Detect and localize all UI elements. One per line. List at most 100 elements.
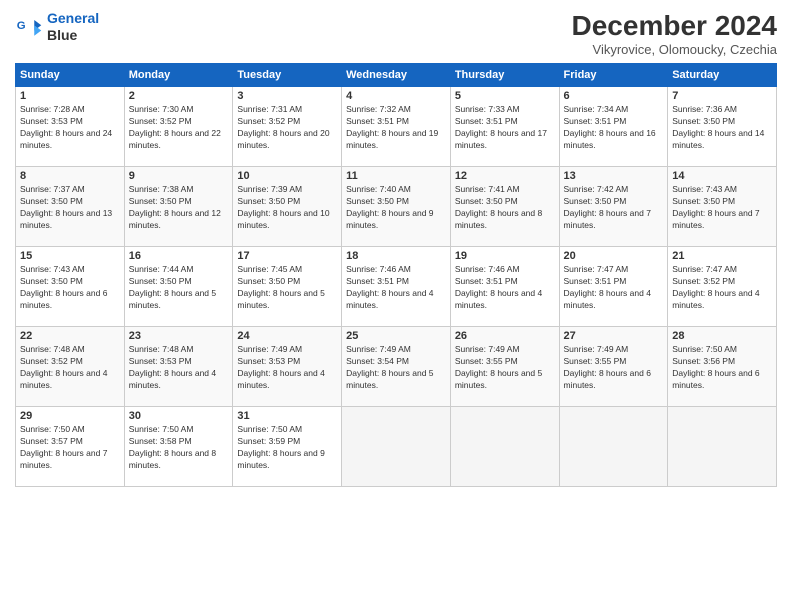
calendar-cell: 26 Sunrise: 7:49 AM Sunset: 3:55 PM Dayl… [450, 327, 559, 407]
logo-text: General Blue [47, 10, 99, 44]
calendar-cell [342, 407, 451, 487]
day-info: Sunrise: 7:33 AM Sunset: 3:51 PM Dayligh… [455, 104, 555, 152]
day-info: Sunrise: 7:49 AM Sunset: 3:53 PM Dayligh… [237, 344, 337, 392]
calendar-cell: 29 Sunrise: 7:50 AM Sunset: 3:57 PM Dayl… [16, 407, 125, 487]
calendar-cell: 9 Sunrise: 7:38 AM Sunset: 3:50 PM Dayli… [124, 167, 233, 247]
calendar-cell: 23 Sunrise: 7:48 AM Sunset: 3:53 PM Dayl… [124, 327, 233, 407]
day-info: Sunrise: 7:49 AM Sunset: 3:54 PM Dayligh… [346, 344, 446, 392]
day-number: 31 [237, 410, 337, 422]
day-info: Sunrise: 7:44 AM Sunset: 3:50 PM Dayligh… [129, 264, 229, 312]
day-info: Sunrise: 7:48 AM Sunset: 3:52 PM Dayligh… [20, 344, 120, 392]
logo-icon: G [15, 13, 43, 41]
calendar-cell: 31 Sunrise: 7:50 AM Sunset: 3:59 PM Dayl… [233, 407, 342, 487]
day-info: Sunrise: 7:47 AM Sunset: 3:51 PM Dayligh… [564, 264, 664, 312]
day-number: 22 [20, 330, 120, 342]
day-info: Sunrise: 7:50 AM Sunset: 3:57 PM Dayligh… [20, 424, 120, 472]
day-number: 21 [672, 250, 772, 262]
calendar-cell: 15 Sunrise: 7:43 AM Sunset: 3:50 PM Dayl… [16, 247, 125, 327]
day-info: Sunrise: 7:30 AM Sunset: 3:52 PM Dayligh… [129, 104, 229, 152]
day-number: 24 [237, 330, 337, 342]
calendar-cell [668, 407, 777, 487]
calendar-cell: 4 Sunrise: 7:32 AM Sunset: 3:51 PM Dayli… [342, 87, 451, 167]
day-info: Sunrise: 7:43 AM Sunset: 3:50 PM Dayligh… [672, 184, 772, 232]
calendar-cell: 28 Sunrise: 7:50 AM Sunset: 3:56 PM Dayl… [668, 327, 777, 407]
month-title: December 2024 [572, 10, 777, 42]
calendar-cell: 30 Sunrise: 7:50 AM Sunset: 3:58 PM Dayl… [124, 407, 233, 487]
day-info: Sunrise: 7:38 AM Sunset: 3:50 PM Dayligh… [129, 184, 229, 232]
day-number: 12 [455, 170, 555, 182]
day-info: Sunrise: 7:34 AM Sunset: 3:51 PM Dayligh… [564, 104, 664, 152]
day-info: Sunrise: 7:43 AM Sunset: 3:50 PM Dayligh… [20, 264, 120, 312]
day-number: 11 [346, 170, 446, 182]
day-info: Sunrise: 7:42 AM Sunset: 3:50 PM Dayligh… [564, 184, 664, 232]
logo-line2: Blue [47, 27, 99, 44]
day-number: 1 [20, 90, 120, 102]
day-info: Sunrise: 7:31 AM Sunset: 3:52 PM Dayligh… [237, 104, 337, 152]
day-number: 20 [564, 250, 664, 262]
day-info: Sunrise: 7:37 AM Sunset: 3:50 PM Dayligh… [20, 184, 120, 232]
calendar-cell: 1 Sunrise: 7:28 AM Sunset: 3:53 PM Dayli… [16, 87, 125, 167]
weekday-header: Sunday [16, 64, 125, 87]
day-info: Sunrise: 7:40 AM Sunset: 3:50 PM Dayligh… [346, 184, 446, 232]
calendar-cell: 22 Sunrise: 7:48 AM Sunset: 3:52 PM Dayl… [16, 327, 125, 407]
logo-line1: General [47, 10, 99, 26]
day-info: Sunrise: 7:41 AM Sunset: 3:50 PM Dayligh… [455, 184, 555, 232]
calendar-cell: 18 Sunrise: 7:46 AM Sunset: 3:51 PM Dayl… [342, 247, 451, 327]
day-number: 17 [237, 250, 337, 262]
day-number: 8 [20, 170, 120, 182]
day-number: 4 [346, 90, 446, 102]
day-info: Sunrise: 7:50 AM Sunset: 3:56 PM Dayligh… [672, 344, 772, 392]
calendar-week-row: 29 Sunrise: 7:50 AM Sunset: 3:57 PM Dayl… [16, 407, 777, 487]
day-number: 26 [455, 330, 555, 342]
day-number: 10 [237, 170, 337, 182]
calendar-cell: 24 Sunrise: 7:49 AM Sunset: 3:53 PM Dayl… [233, 327, 342, 407]
day-info: Sunrise: 7:46 AM Sunset: 3:51 PM Dayligh… [455, 264, 555, 312]
day-info: Sunrise: 7:50 AM Sunset: 3:59 PM Dayligh… [237, 424, 337, 472]
calendar-cell [450, 407, 559, 487]
day-info: Sunrise: 7:36 AM Sunset: 3:50 PM Dayligh… [672, 104, 772, 152]
calendar-cell: 21 Sunrise: 7:47 AM Sunset: 3:52 PM Dayl… [668, 247, 777, 327]
calendar-cell: 13 Sunrise: 7:42 AM Sunset: 3:50 PM Dayl… [559, 167, 668, 247]
day-number: 30 [129, 410, 229, 422]
day-number: 18 [346, 250, 446, 262]
day-info: Sunrise: 7:50 AM Sunset: 3:58 PM Dayligh… [129, 424, 229, 472]
calendar-week-row: 8 Sunrise: 7:37 AM Sunset: 3:50 PM Dayli… [16, 167, 777, 247]
svg-text:G: G [17, 20, 26, 32]
calendar-cell: 16 Sunrise: 7:44 AM Sunset: 3:50 PM Dayl… [124, 247, 233, 327]
calendar-cell: 5 Sunrise: 7:33 AM Sunset: 3:51 PM Dayli… [450, 87, 559, 167]
day-number: 6 [564, 90, 664, 102]
calendar-cell: 12 Sunrise: 7:41 AM Sunset: 3:50 PM Dayl… [450, 167, 559, 247]
day-number: 27 [564, 330, 664, 342]
day-info: Sunrise: 7:39 AM Sunset: 3:50 PM Dayligh… [237, 184, 337, 232]
calendar-cell: 11 Sunrise: 7:40 AM Sunset: 3:50 PM Dayl… [342, 167, 451, 247]
calendar-cell: 3 Sunrise: 7:31 AM Sunset: 3:52 PM Dayli… [233, 87, 342, 167]
calendar-cell: 2 Sunrise: 7:30 AM Sunset: 3:52 PM Dayli… [124, 87, 233, 167]
day-info: Sunrise: 7:32 AM Sunset: 3:51 PM Dayligh… [346, 104, 446, 152]
day-number: 5 [455, 90, 555, 102]
calendar-cell: 6 Sunrise: 7:34 AM Sunset: 3:51 PM Dayli… [559, 87, 668, 167]
calendar-table: SundayMondayTuesdayWednesdayThursdayFrid… [15, 63, 777, 487]
day-number: 13 [564, 170, 664, 182]
day-number: 16 [129, 250, 229, 262]
day-number: 9 [129, 170, 229, 182]
header: G General Blue December 2024 Vikyrovice,… [15, 10, 777, 57]
calendar-cell: 20 Sunrise: 7:47 AM Sunset: 3:51 PM Dayl… [559, 247, 668, 327]
calendar-cell: 14 Sunrise: 7:43 AM Sunset: 3:50 PM Dayl… [668, 167, 777, 247]
weekday-header: Thursday [450, 64, 559, 87]
calendar-cell: 7 Sunrise: 7:36 AM Sunset: 3:50 PM Dayli… [668, 87, 777, 167]
weekday-header: Monday [124, 64, 233, 87]
calendar-cell: 17 Sunrise: 7:45 AM Sunset: 3:50 PM Dayl… [233, 247, 342, 327]
location-subtitle: Vikyrovice, Olomoucky, Czechia [572, 42, 777, 57]
logo: G General Blue [15, 10, 99, 44]
day-number: 7 [672, 90, 772, 102]
title-block: December 2024 Vikyrovice, Olomoucky, Cze… [572, 10, 777, 57]
day-number: 19 [455, 250, 555, 262]
day-number: 3 [237, 90, 337, 102]
day-info: Sunrise: 7:45 AM Sunset: 3:50 PM Dayligh… [237, 264, 337, 312]
day-info: Sunrise: 7:47 AM Sunset: 3:52 PM Dayligh… [672, 264, 772, 312]
day-number: 2 [129, 90, 229, 102]
calendar-cell: 10 Sunrise: 7:39 AM Sunset: 3:50 PM Dayl… [233, 167, 342, 247]
calendar-cell: 27 Sunrise: 7:49 AM Sunset: 3:55 PM Dayl… [559, 327, 668, 407]
page-container: G General Blue December 2024 Vikyrovice,… [0, 0, 792, 497]
calendar-cell: 25 Sunrise: 7:49 AM Sunset: 3:54 PM Dayl… [342, 327, 451, 407]
